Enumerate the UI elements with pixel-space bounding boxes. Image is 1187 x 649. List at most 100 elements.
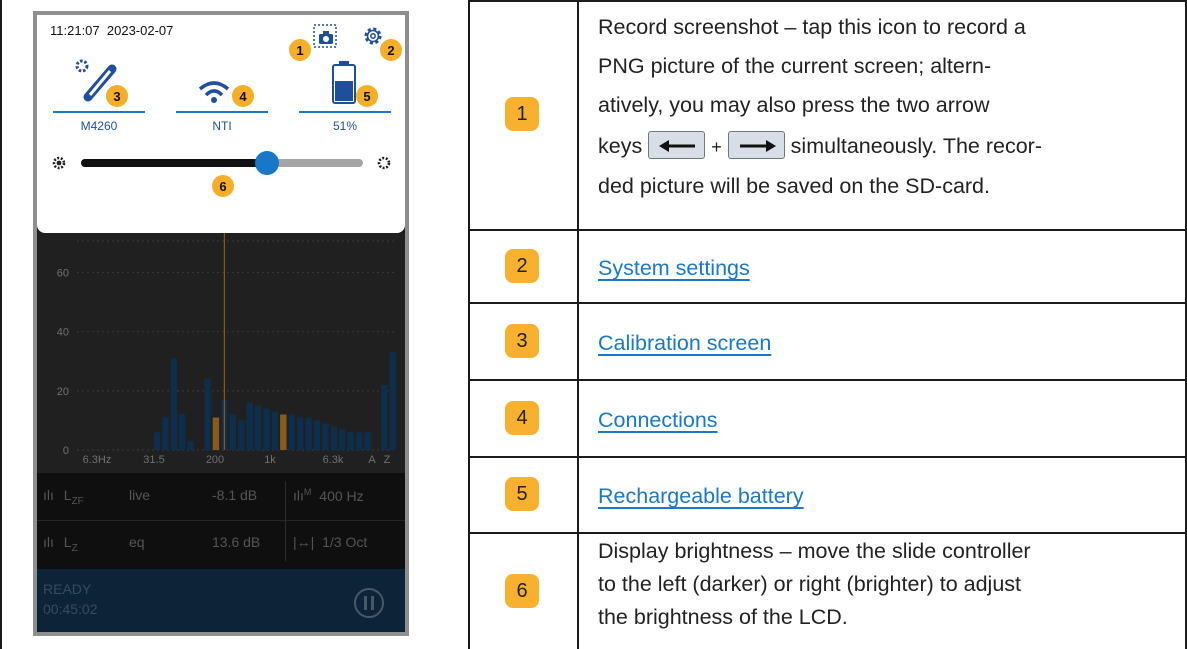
spectrum-bar	[179, 414, 186, 450]
row-number-1: 1	[505, 97, 539, 131]
spectrum-bar	[347, 432, 354, 450]
description-line: Display brightness – move the slide cont…	[598, 539, 1031, 563]
row-divider	[468, 532, 1187, 534]
badge-2: 2	[380, 39, 402, 61]
status-clock: 11:21:07 2023-02-07	[50, 23, 173, 38]
quick-settings-panel: 11:21:07 2023-02-07 1 2 3 M4260 4 NTI 5 …	[37, 15, 405, 233]
screenshot-camera-icon[interactable]	[312, 23, 338, 49]
y-tick-label: 60	[57, 268, 69, 280]
plus-text: +	[711, 137, 722, 157]
description-line: ded picture will be saved on the SD-card…	[598, 174, 990, 198]
spectrum-bar	[280, 414, 287, 450]
description-line: atively, you may also press the two arro…	[598, 93, 990, 117]
readout-divider	[37, 520, 405, 521]
keys-suffix-text: simultaneously. The recor-	[790, 134, 1043, 158]
spectrum-bar	[212, 417, 220, 450]
spectrum-bar	[229, 414, 236, 450]
badge-5: 5	[356, 85, 378, 107]
readout-extra[interactable]: |↔| 1/3 Oct	[293, 534, 367, 550]
spectrum-bar	[364, 432, 371, 450]
badge-3: 3	[106, 85, 128, 107]
spectrum-bar	[271, 411, 279, 450]
row-2-description: System settings	[598, 251, 1178, 286]
device-screenshot: 11:21:07 2023-02-07 1 2 3 M4260 4 NTI 5 …	[33, 11, 409, 636]
table-border-top	[468, 0, 1187, 2]
brightness-slider[interactable]	[81, 151, 363, 175]
spectrum-bar	[162, 417, 169, 450]
x-tick-label: 6.3Hz	[83, 454, 112, 466]
readout-divider	[285, 481, 286, 561]
bars-icon: ılı	[43, 487, 54, 503]
y-tick-label: 20	[57, 386, 69, 398]
y-tick-label: 40	[57, 327, 69, 339]
left-arrow-icon	[659, 140, 696, 153]
x-tick-label: 200	[206, 454, 224, 466]
battery-icon[interactable]	[332, 61, 356, 105]
bars-icon: ılı	[293, 487, 304, 504]
row-4-description: Connections	[598, 403, 1178, 438]
connections-link[interactable]: Connections	[598, 408, 718, 432]
description-line: Record screenshot – tap this icon to rec…	[598, 15, 1026, 39]
left-arrow-key	[648, 131, 706, 160]
slider-knob[interactable]	[255, 151, 280, 175]
battery-tile-label[interactable]: 51%	[299, 119, 391, 133]
bandwidth-icon: |↔|	[293, 534, 315, 550]
badge-4: 4	[232, 85, 254, 107]
pause-icon[interactable]	[353, 587, 385, 619]
level-readouts: ılı LZF live -8.1 dB ılıM 400 Hz ılı LZ …	[37, 473, 405, 569]
badge-6: 6	[212, 175, 234, 197]
spectrum-bar	[246, 402, 253, 450]
row-5-description: Rechargeable battery	[598, 479, 1178, 514]
spectrum-bar	[339, 429, 346, 450]
status-bar: READY 00:45:02	[37, 569, 405, 632]
x-tick-label: 1k	[264, 454, 276, 466]
row-divider	[468, 456, 1187, 458]
row-divider	[468, 302, 1187, 304]
bars-icon: ılı	[43, 534, 54, 550]
readout-value: 13.6 dB	[212, 534, 261, 550]
spectrum-bar	[238, 420, 245, 450]
spectrum-bar	[254, 405, 262, 450]
y-tick-label: 0	[63, 445, 69, 457]
calibration-screen-link[interactable]: Calibration screen	[598, 331, 771, 355]
tile-underline	[299, 111, 391, 113]
rechargeable-battery-link[interactable]: Rechargeable battery	[598, 484, 804, 508]
calibration-tile-label[interactable]: M4260	[53, 119, 145, 133]
readout-row-1[interactable]: ılı LZF	[43, 487, 84, 507]
description-line: to the left (darker) or right (brighter)…	[598, 572, 1022, 596]
table-border-mid	[468, 0, 470, 649]
slider-fill	[81, 159, 268, 167]
readout-name: LZ	[63, 534, 78, 554]
row-number-5: 5	[505, 477, 539, 511]
x-tick-label: 31.5	[143, 454, 164, 466]
row-6-description: Display brightness – move the slide cont…	[598, 535, 1178, 634]
row-number-3: 3	[505, 324, 539, 358]
readout-extra[interactable]: ılıM 400 Hz	[293, 487, 364, 504]
system-settings-link[interactable]: System settings	[598, 256, 750, 280]
spectrum-bar	[313, 420, 321, 450]
table-border-left	[0, 0, 2, 649]
readout-row-2[interactable]: ılı LZ	[43, 534, 78, 554]
x-tick-label: A	[368, 454, 376, 466]
spectrum-bar	[288, 414, 295, 450]
wifi-icon[interactable]	[198, 79, 230, 105]
status-text: READY	[43, 581, 92, 597]
spectrum-bar	[305, 417, 312, 450]
readout-mode: live	[129, 487, 151, 503]
description-line: PNG picture of the current screen; alter…	[598, 54, 992, 78]
spectrum-bar	[322, 423, 329, 450]
spectrum-bar	[153, 432, 161, 450]
spectrum-bar	[355, 432, 363, 450]
row-1-description: Record screenshot – tap this icon to rec…	[598, 10, 1178, 204]
tile-underline	[176, 111, 268, 113]
tile-underline	[53, 111, 145, 113]
spectrum-bar	[381, 384, 388, 450]
x-tick-label: 6.3k	[323, 454, 344, 466]
spectrum-bar	[330, 426, 338, 450]
description-line: the brightness of the LCD.	[598, 605, 848, 629]
spectrum-bar	[263, 408, 270, 450]
right-arrow-key	[727, 131, 785, 160]
keys-text: keys	[598, 134, 643, 158]
connection-tile-label[interactable]: NTI	[176, 119, 268, 133]
right-arrow-icon	[739, 140, 776, 153]
